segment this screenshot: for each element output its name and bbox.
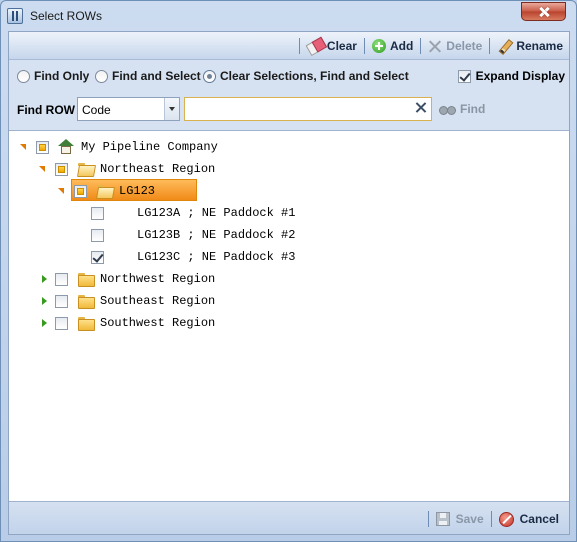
window-title: Select ROWs: [30, 9, 103, 23]
eraser-icon: [305, 38, 324, 55]
toolbar-separator: [420, 38, 422, 54]
cancel-button[interactable]: Cancel: [497, 511, 561, 527]
tree-node-label: LG123C ; NE Paddock #3: [137, 250, 296, 264]
find-field-dropdown[interactable]: Code: [77, 97, 180, 121]
tree-checkbox[interactable]: [91, 229, 104, 242]
expand-arrow-icon[interactable]: [40, 296, 50, 306]
find-only-radio[interactable]: Find Only: [17, 69, 89, 83]
save-disk-icon: [435, 512, 450, 526]
find-row-label: Find ROW: [17, 103, 75, 117]
row-tree: My Pipeline Company Northeast Region LG1…: [9, 130, 569, 502]
find-and-select-label: Find and Select: [112, 69, 201, 83]
tree-node-label: My Pipeline Company: [81, 140, 218, 154]
search-input[interactable]: [184, 97, 432, 121]
radio-indicator: [17, 69, 30, 83]
delete-button[interactable]: Delete: [426, 39, 484, 53]
find-button[interactable]: Find: [439, 102, 485, 116]
dialog-body: Clear Add Delete Rename Find Only Find a…: [8, 31, 570, 535]
tree-checkbox-checked[interactable]: [91, 251, 104, 264]
toolbar: Clear Add Delete Rename: [9, 32, 569, 60]
folder-open-icon: [97, 185, 113, 198]
delete-button-label: Delete: [446, 39, 483, 53]
collapse-arrow-icon[interactable]: [19, 142, 29, 152]
expand-arrow-icon[interactable]: [40, 274, 50, 284]
close-button[interactable]: [521, 2, 566, 21]
add-button-label: Add: [389, 39, 414, 53]
find-button-label: Find: [460, 102, 486, 116]
folder-icon: [78, 295, 95, 309]
toolbar-separator: [298, 38, 300, 54]
tree-node-label: Southwest Region: [100, 316, 216, 330]
rename-button[interactable]: Rename: [495, 39, 565, 54]
footer-separator: [427, 511, 429, 527]
tree-checkbox[interactable]: [55, 295, 68, 308]
delete-x-icon: [428, 39, 442, 53]
expand-display-label: Expand Display: [475, 69, 565, 83]
add-button[interactable]: Add: [370, 39, 415, 53]
radio-indicator-selected: [203, 69, 216, 83]
clear-search-icon[interactable]: [415, 102, 427, 114]
collapse-arrow-icon[interactable]: [38, 164, 48, 174]
tree-checkbox-partial[interactable]: [36, 141, 49, 154]
find-only-label: Find Only: [34, 69, 90, 83]
clear-button-label: Clear: [326, 39, 357, 53]
tree-checkbox-partial[interactable]: [74, 185, 87, 198]
close-icon: [538, 7, 550, 17]
tree-node-label: Northeast Region: [100, 162, 216, 176]
find-field-value: Code: [82, 103, 111, 117]
tree-checkbox[interactable]: [55, 273, 68, 286]
rename-button-label: Rename: [516, 39, 563, 53]
clear-find-select-radio[interactable]: Clear Selections, Find and Select: [203, 69, 409, 83]
cancel-icon: [498, 511, 514, 527]
folder-icon: [78, 317, 95, 331]
add-icon: [371, 39, 386, 53]
title-bar[interactable]: Select ROWs: [1, 1, 576, 31]
tree-node-label: Southeast Region: [100, 294, 216, 308]
checkbox-checked: [457, 69, 471, 83]
toolbar-separator: [489, 38, 491, 54]
tree-node-label: LG123A ; NE Paddock #1: [137, 206, 296, 220]
save-button[interactable]: Save: [434, 512, 486, 526]
select-rows-dialog: Select ROWs Clear Add Delete Rename Find…: [0, 0, 577, 542]
tree-node-label: Northwest Region: [100, 272, 216, 286]
footer-separator: [490, 511, 492, 527]
tree-checkbox[interactable]: [55, 317, 68, 330]
save-button-label: Save: [455, 512, 484, 526]
radio-indicator: [95, 69, 108, 83]
find-row: Find ROW Code Find: [9, 97, 569, 123]
pencil-icon: [497, 39, 512, 54]
tree-checkbox-partial[interactable]: [55, 163, 68, 176]
collapse-arrow-icon[interactable]: [57, 186, 67, 196]
expand-arrow-icon[interactable]: [40, 318, 50, 328]
tree-checkbox[interactable]: [91, 207, 104, 220]
tree-node-label: LG123: [119, 184, 156, 198]
chevron-down-icon[interactable]: [164, 98, 179, 120]
binoculars-icon: [439, 104, 456, 115]
clear-find-select-label: Clear Selections, Find and Select: [220, 69, 409, 83]
home-icon: [58, 139, 74, 154]
clear-button[interactable]: Clear: [305, 39, 359, 53]
toolbar-separator: [363, 38, 365, 54]
cancel-button-label: Cancel: [519, 512, 559, 526]
expand-display-checkbox[interactable]: Expand Display: [457, 69, 565, 83]
search-options: Find Only Find and Select Clear Selectio…: [9, 66, 569, 86]
dialog-footer: Save Cancel: [9, 502, 569, 534]
tree-node-label: LG123B ; NE Paddock #2: [137, 228, 296, 242]
folder-icon: [78, 273, 95, 287]
folder-open-icon: [78, 163, 94, 176]
find-and-select-radio[interactable]: Find and Select: [95, 69, 201, 83]
app-icon: [7, 8, 23, 24]
